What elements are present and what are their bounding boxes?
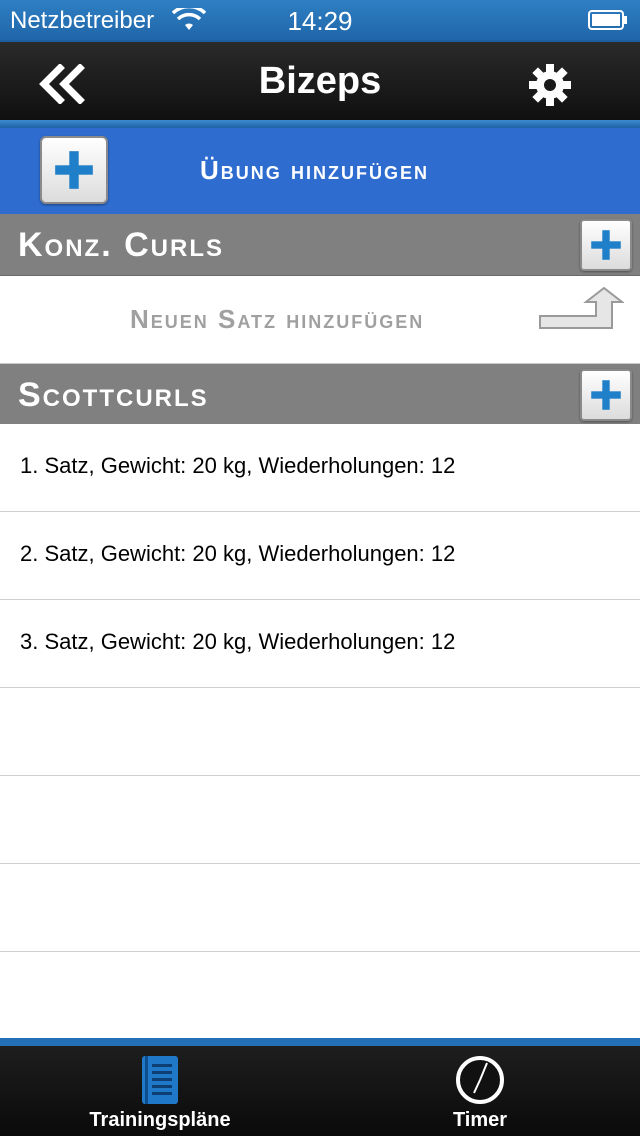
navigation-bar: Bizeps — [0, 40, 640, 128]
add-exercise-plus-button[interactable] — [40, 136, 108, 204]
add-exercise-button[interactable]: Übung hinzufügen — [0, 128, 640, 214]
section-title: Konz. Curls — [18, 226, 224, 264]
battery-icon — [588, 10, 627, 30]
empty-row — [0, 688, 640, 776]
clock-icon — [456, 1056, 504, 1104]
settings-button[interactable] — [527, 62, 573, 108]
document-list-icon — [142, 1056, 178, 1104]
set-label: 3. Satz, Gewicht: 20 kg, Wiederholungen:… — [20, 629, 456, 654]
list-item[interactable]: 1. Satz, Gewicht: 20 kg, Wiederholungen:… — [0, 424, 640, 512]
add-set-plus-button[interactable] — [580, 219, 632, 271]
empty-row — [0, 864, 640, 952]
empty-row — [0, 952, 640, 1038]
section-title: Scottcurls — [18, 376, 209, 414]
set-label: 1. Satz, Gewicht: 20 kg, Wiederholungen:… — [20, 453, 456, 478]
gear-icon — [529, 64, 571, 106]
tab-label: Timer — [452, 1109, 508, 1131]
plus-icon — [591, 230, 621, 260]
status-bar: Netzbetreiber 14:29 — [0, 0, 640, 40]
empty-row — [0, 776, 640, 864]
clock-time: 14:29 — [287, 6, 353, 36]
tab-trainingsplaene[interactable]: Trainingspläne — [0, 1046, 320, 1136]
add-set-label: Neuen Satz hinzufügen — [130, 304, 425, 334]
list-item[interactable]: 3. Satz, Gewicht: 20 kg, Wiederholungen:… — [0, 600, 640, 688]
tab-label: Trainingspläne — [89, 1109, 231, 1131]
section-header-konz-curls: Konz. Curls — [0, 214, 640, 276]
add-set-plus-button[interactable] — [580, 369, 632, 421]
add-set-row[interactable]: Neuen Satz hinzufügen — [0, 276, 640, 364]
plus-icon — [591, 380, 621, 410]
list-item[interactable]: 2. Satz, Gewicht: 20 kg, Wiederholungen:… — [0, 512, 640, 600]
set-label: 2. Satz, Gewicht: 20 kg, Wiederholungen:… — [20, 541, 456, 566]
tab-bar: Trainingspläne Timer — [0, 1038, 640, 1136]
plus-icon — [55, 151, 93, 189]
tab-timer[interactable]: Timer — [320, 1046, 640, 1136]
add-exercise-label: Übung hinzufügen — [200, 155, 429, 185]
section-header-scottcurls: Scottcurls — [0, 364, 640, 426]
arrow-up-right-icon — [539, 286, 624, 329]
